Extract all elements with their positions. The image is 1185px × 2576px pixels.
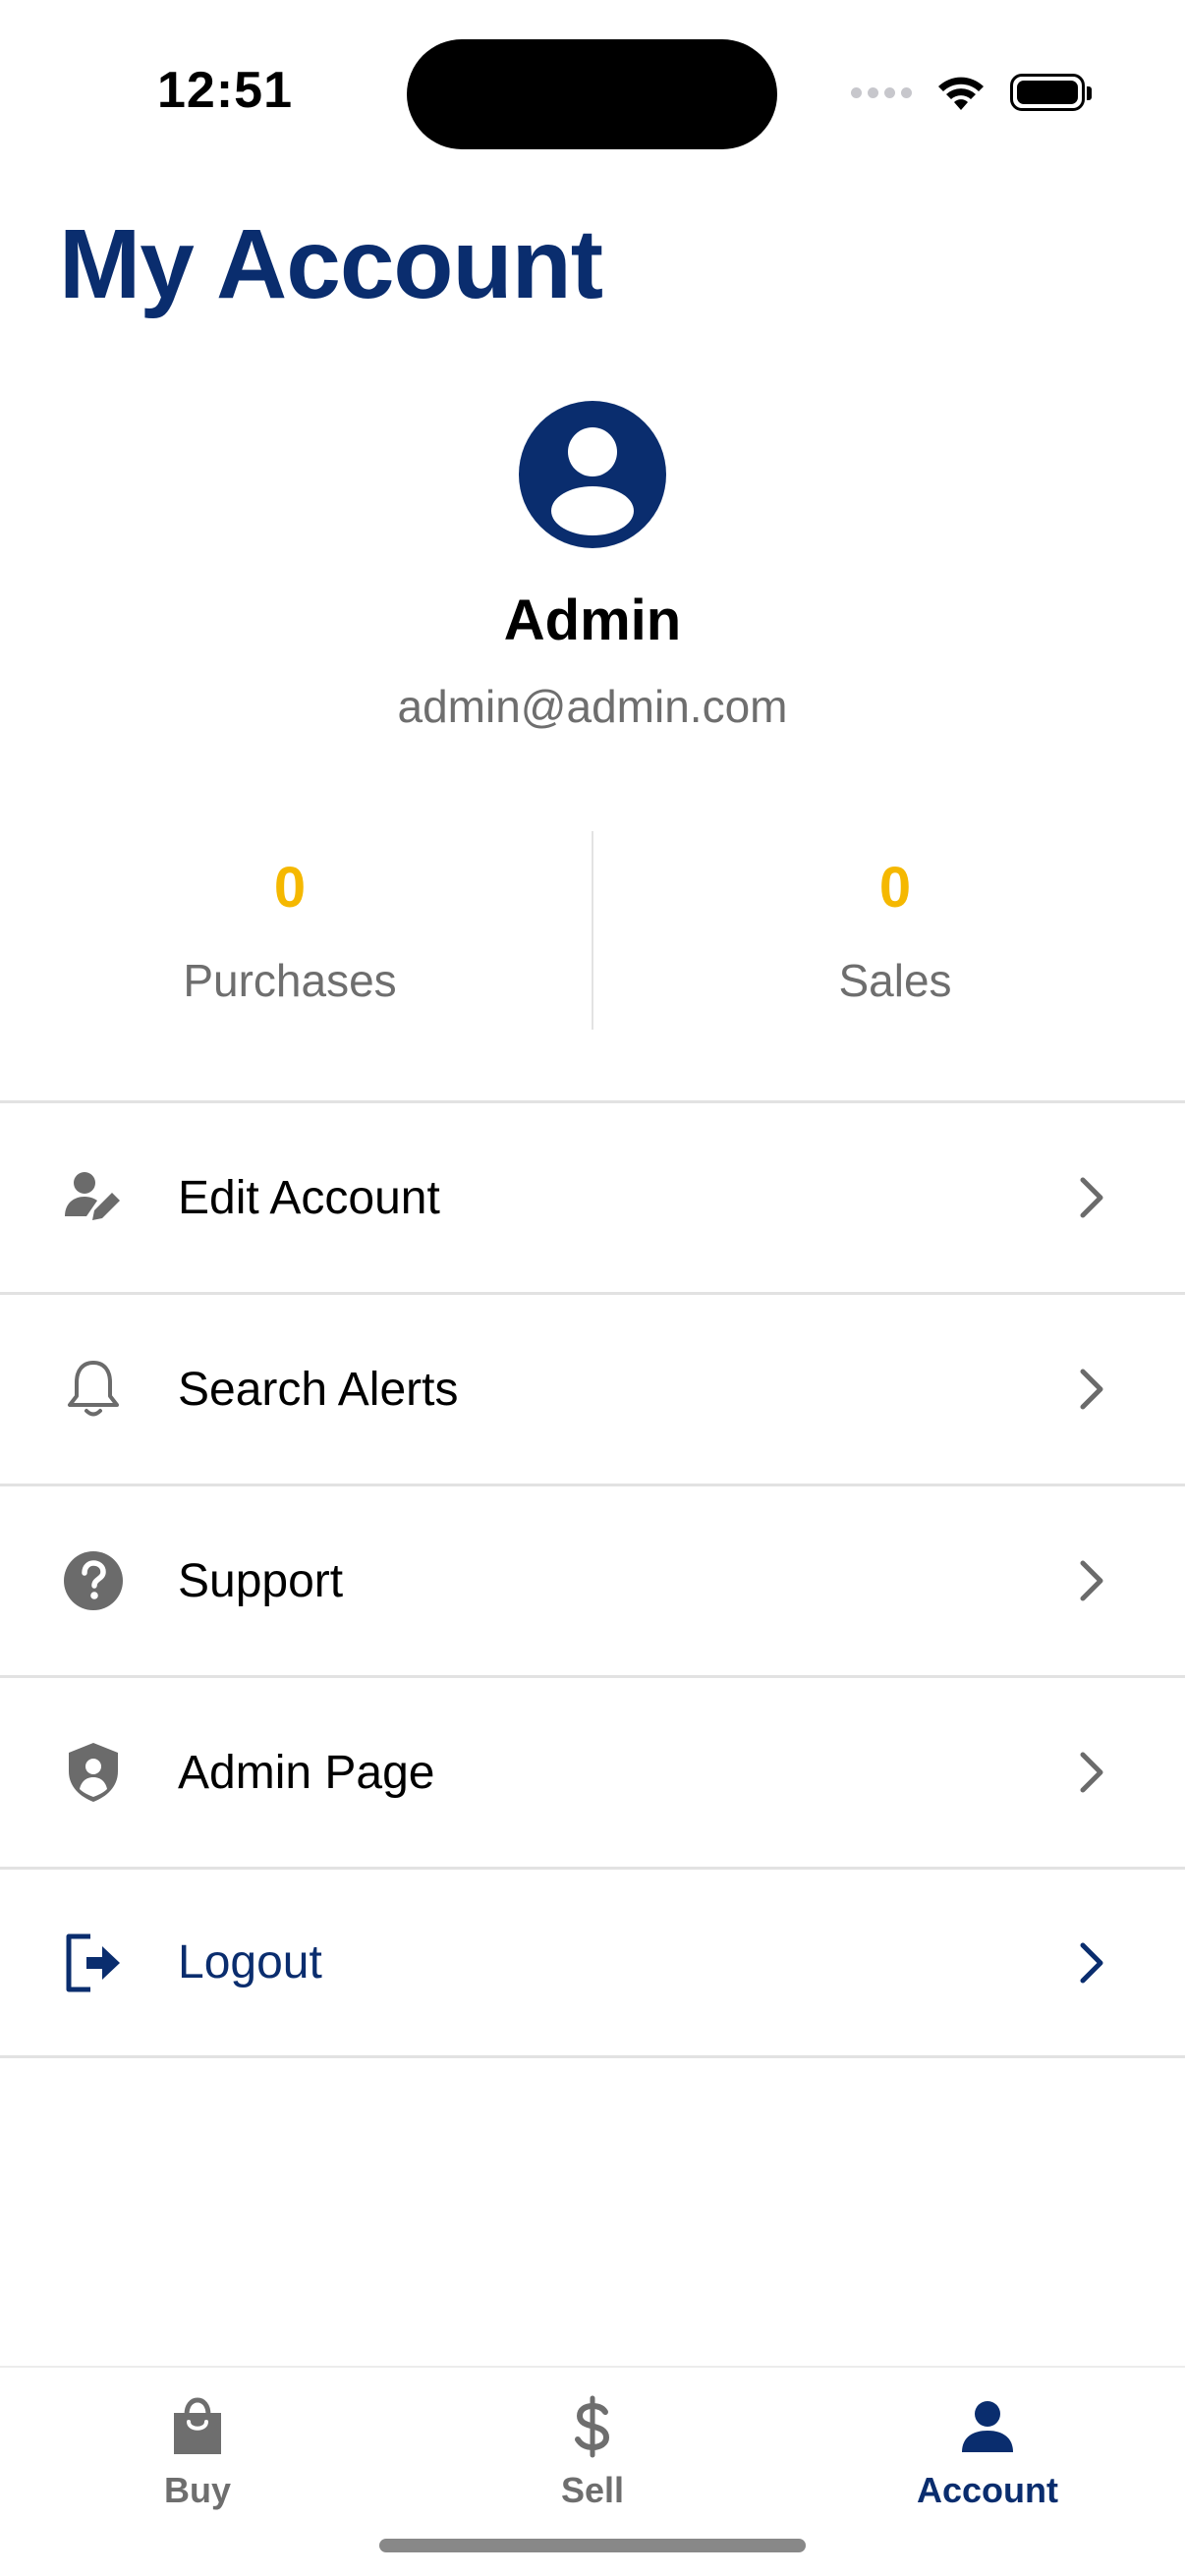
tab-label: Account: [917, 2470, 1058, 2510]
tab-label: Sell: [560, 2470, 625, 2510]
tab-buy[interactable]: Buy: [0, 2395, 395, 2511]
menu-item-label: Logout: [178, 1936, 322, 1988]
page-title: My Account: [59, 209, 603, 319]
menu-item-admin-page[interactable]: Admin Page: [0, 1675, 1185, 1867]
chevron-right-icon: [1080, 1942, 1103, 1983]
tab-sell[interactable]: Sell: [395, 2395, 790, 2511]
tab-account[interactable]: Account: [790, 2395, 1185, 2511]
sales-count: 0: [878, 856, 912, 920]
status-time: 12:51: [157, 62, 293, 119]
menu-item-edit-account[interactable]: Edit Account: [0, 1100, 1185, 1292]
cellular-signal-icon: [851, 86, 912, 98]
status-indicators: [851, 71, 1092, 114]
question-circle-icon: [64, 1551, 123, 1610]
chevron-right-icon: [1080, 1752, 1103, 1793]
avatar: [519, 401, 666, 548]
purchases-count: 0: [273, 856, 307, 920]
account-menu: Edit Account Search Alerts Support Admin…: [0, 1100, 1185, 2058]
bell-icon: [68, 1361, 119, 1417]
profile-email: admin@admin.com: [397, 681, 788, 732]
menu-item-label: Admin Page: [178, 1746, 435, 1799]
menu-item-label: Support: [178, 1554, 344, 1607]
person-icon: [962, 2401, 1013, 2452]
purchases-label: Purchases: [183, 955, 397, 1006]
person-avatar-icon: [551, 427, 634, 535]
home-indicator[interactable]: [379, 2539, 806, 2552]
chevron-right-icon: [1080, 1560, 1103, 1601]
purchases-stat: 0 Purchases: [0, 855, 580, 1007]
dynamic-island: [407, 39, 777, 149]
logout-icon: [66, 1933, 120, 1991]
chevron-right-icon: [1080, 1369, 1103, 1410]
stats-divider: [592, 831, 593, 1030]
battery-icon: [1010, 74, 1092, 111]
menu-item-support[interactable]: Support: [0, 1484, 1185, 1675]
menu-item-label: Edit Account: [178, 1171, 440, 1224]
menu-item-label: Search Alerts: [178, 1363, 459, 1416]
shopping-bag-icon: [174, 2397, 221, 2454]
wifi-icon: [938, 77, 984, 110]
user-edit-icon: [65, 1172, 120, 1220]
shield-user-icon: [69, 1743, 118, 1802]
account-screen: 12:51 My Account Admin admin@admin.com 0…: [0, 0, 1185, 2576]
sales-label: Sales: [838, 955, 952, 1006]
sales-stat: 0 Sales: [597, 855, 1185, 1007]
profile-name: Admin: [503, 588, 682, 652]
menu-item-search-alerts[interactable]: Search Alerts: [0, 1292, 1185, 1484]
tab-label: Buy: [163, 2470, 231, 2510]
menu-item-logout[interactable]: Logout: [0, 1867, 1185, 2058]
dollar-icon: [575, 2395, 610, 2458]
chevron-right-icon: [1080, 1177, 1103, 1218]
